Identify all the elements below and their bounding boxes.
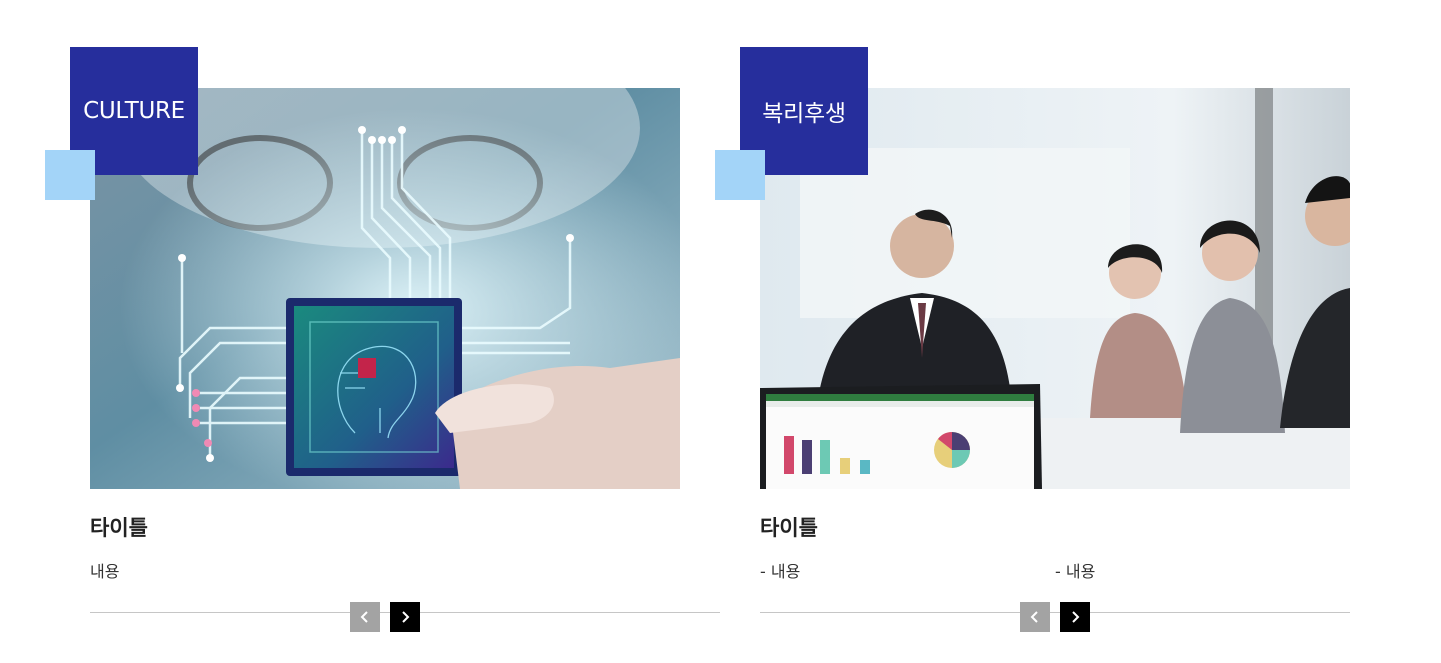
card-content: 내용 (90, 562, 120, 581)
culture-card: CULTURE 타이틀 내용 (0, 0, 720, 663)
next-slide-button[interactable] (390, 602, 420, 632)
prev-slide-button[interactable] (1020, 602, 1050, 632)
divider-line (760, 612, 1350, 613)
chevron-right-icon (402, 611, 410, 623)
chevron-left-icon (360, 611, 368, 623)
accent-square (715, 150, 765, 200)
card-content-item: - 내용 (1055, 562, 1096, 581)
next-slide-button[interactable] (1060, 602, 1090, 632)
chevron-left-icon (1030, 611, 1038, 623)
welfare-card: 복리후생 타이틀 - 내용 - 내용 (670, 0, 1390, 663)
card-title: 타이틀 (90, 516, 148, 540)
prev-slide-button[interactable] (350, 602, 380, 632)
card-title: 타이틀 (760, 516, 818, 540)
card-content-item: - 내용 (760, 562, 801, 581)
chevron-right-icon (1072, 611, 1080, 623)
accent-square (45, 150, 95, 200)
